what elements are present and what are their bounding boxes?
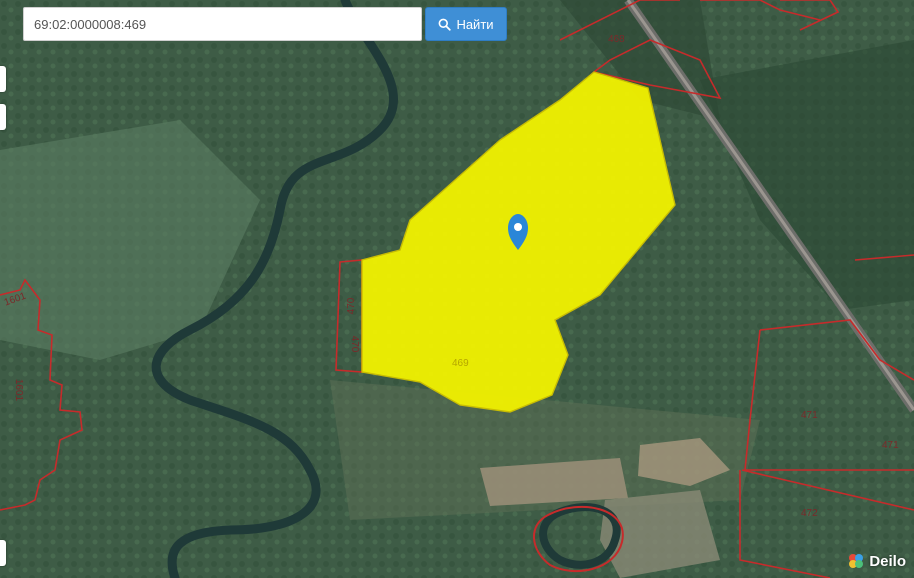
parcel-label-469: 469 xyxy=(452,358,469,369)
brand-watermark: Deilo xyxy=(847,552,906,570)
parcel-label-1601-side: 1601 xyxy=(13,379,24,402)
parcel-label-470-bottom: 470 xyxy=(349,336,360,353)
search-icon xyxy=(439,18,452,31)
map-control-left-1[interactable] xyxy=(0,66,6,92)
parcel-label-468: 468 xyxy=(608,34,625,45)
cadastral-search-field[interactable] xyxy=(23,7,422,41)
map-control-left-3[interactable] xyxy=(0,540,6,566)
parcel-label-470-top: 470 xyxy=(346,297,357,314)
parcel-label-471-a: 471 xyxy=(801,410,818,421)
parcel-label-471-b: 471 xyxy=(882,440,899,451)
search-button-label: Найти xyxy=(456,16,494,32)
search-button[interactable]: Найти xyxy=(425,7,507,41)
satellite-map[interactable]: 468 470 470 469 1601 1601 471 471 472 xyxy=(0,0,914,578)
search-input[interactable] xyxy=(24,8,421,40)
deilo-logo-icon xyxy=(849,554,864,568)
map-control-left-2[interactable] xyxy=(0,104,6,130)
parcel-label-472: 472 xyxy=(801,508,818,519)
brand-name: Deilo xyxy=(869,552,906,570)
